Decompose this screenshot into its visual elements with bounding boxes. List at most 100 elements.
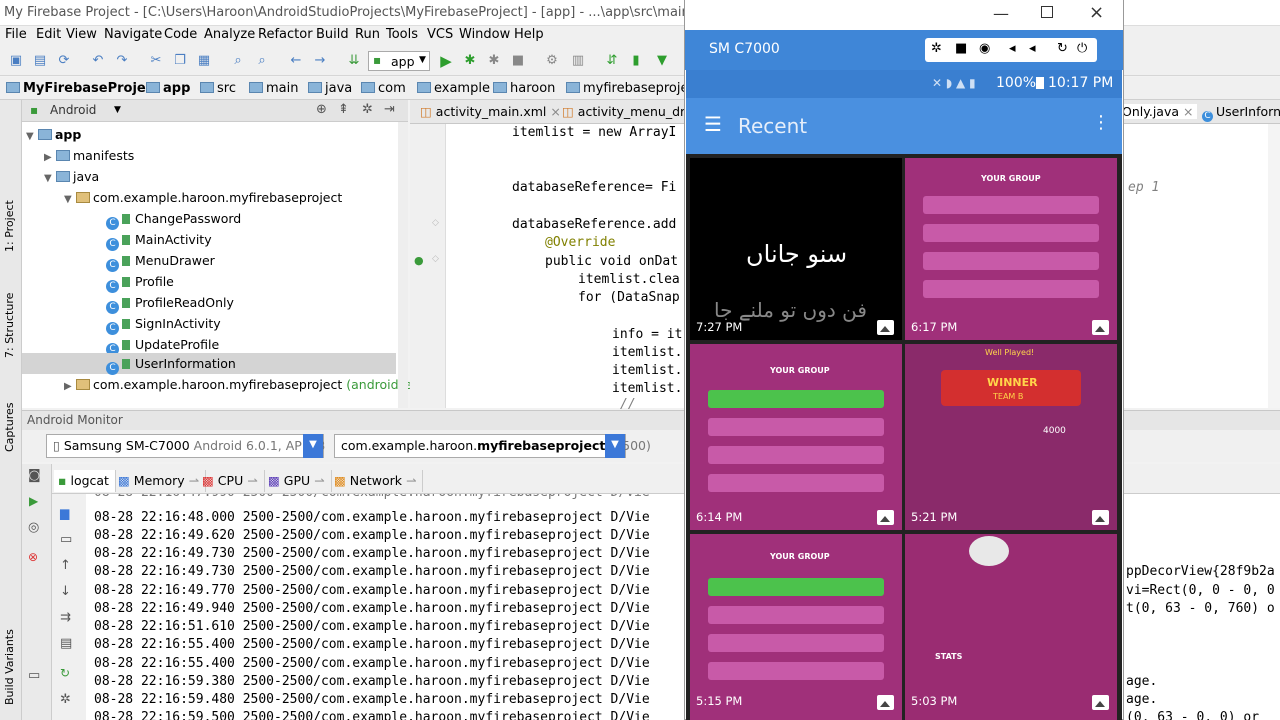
device-select[interactable]: ▯ Samsung SM-C7000 Android 6.0.1, API 23… <box>46 434 325 458</box>
arrow-down-icon[interactable]: ↓ <box>60 584 71 599</box>
maximize-icon[interactable] <box>1041 6 1053 18</box>
tree-item-class[interactable]: C ChangePassword <box>106 208 241 230</box>
thumb-5[interactable]: YOUR GROUP 5:15 PM <box>690 534 902 720</box>
sync-icon[interactable]: ⟳ <box>56 53 72 69</box>
clear-icon[interactable]: ▭ <box>60 532 72 547</box>
thumb-3[interactable]: YOUR GROUP 6:14 PM <box>690 344 902 530</box>
tab-cpu[interactable]: ▩ CPU ⇀ <box>198 470 265 492</box>
menu-code[interactable]: Code <box>164 27 197 42</box>
tab-memory[interactable]: ▩ Memory ⇀ <box>114 470 207 492</box>
menu-build[interactable]: Build <box>316 27 349 42</box>
breadcrumb-item-haroon[interactable]: haroon <box>493 81 555 96</box>
tab-profile-read-only[interactable]: Only.java × <box>1118 104 1198 119</box>
arrow-up-icon[interactable]: ↑ <box>60 558 71 573</box>
gear-icon[interactable]: ✲ <box>362 102 373 117</box>
video-icon[interactable]: ■ <box>955 41 967 56</box>
tree-item-java[interactable]: ▼ java <box>44 166 99 187</box>
restart-icon[interactable]: ↻ <box>60 666 70 680</box>
avd-manager-icon[interactable]: ⇵ <box>604 53 620 69</box>
menu-navigate[interactable]: Navigate <box>104 27 162 42</box>
tab-captures[interactable]: Captures <box>3 403 16 452</box>
tree-item-class[interactable]: C UpdateProfile <box>106 334 219 356</box>
stop-icon[interactable]: ■ <box>510 53 526 69</box>
layout-icon[interactable]: ▭ <box>28 668 40 683</box>
debug-icon[interactable]: ✱ <box>462 53 478 69</box>
breadcrumb-item-project[interactable]: MyFirebaseProject <box>6 81 160 96</box>
tab-build-variants[interactable]: Build Variants <box>3 629 16 705</box>
sdk-manager-icon[interactable]: ⚙ <box>544 53 560 69</box>
tree-item-class[interactable]: C ProfileReadOnly <box>106 292 234 314</box>
menu-help[interactable]: Help <box>514 27 544 42</box>
volume-down-icon[interactable]: ◂ <box>1009 41 1016 56</box>
save-all-icon[interactable]: ▤ <box>32 53 48 69</box>
breadcrumb-item-src[interactable]: src <box>200 81 236 96</box>
tab-network[interactable]: ▩ Network ⇀ <box>330 470 424 492</box>
record-icon[interactable]: ▶ <box>29 494 38 508</box>
menu-edit[interactable]: Edit <box>36 27 61 42</box>
paste-icon[interactable]: ▦ <box>196 53 212 69</box>
make-project-icon[interactable]: ⇊ <box>346 53 362 69</box>
replace-icon[interactable]: ⌕ <box>254 53 270 69</box>
breadcrumb-item-package[interactable]: myfirebaseproject <box>566 81 701 96</box>
tree-item-selected[interactable]: C UserInformation <box>22 353 396 375</box>
tab-logcat[interactable]: ▪ logcat <box>54 470 116 492</box>
tab-activity-menu-draw[interactable]: ◫ activity_menu_draw <box>562 104 703 119</box>
tab-gpu[interactable]: ▩ GPU ⇀ <box>264 470 332 492</box>
thumb-1[interactable]: سنو جاناں فن دوں تو ملنے جا 7:27 PM <box>690 158 902 340</box>
menu-vcs[interactable]: VCS <box>427 27 453 42</box>
screenshot-icon[interactable]: ◙ <box>28 468 41 483</box>
open-icon[interactable]: ▣ <box>8 53 24 69</box>
gear-icon[interactable]: ✲ <box>60 692 71 707</box>
tree-item-manifests[interactable]: ▶ manifests <box>44 145 134 166</box>
editor-scrollbar[interactable] <box>1268 124 1280 408</box>
breadcrumb-item-example[interactable]: example <box>417 81 490 96</box>
terminate-icon[interactable]: ⊗ <box>28 550 38 564</box>
menu-window[interactable]: Window <box>459 27 510 42</box>
rotate-icon[interactable]: ↻ <box>1057 41 1068 56</box>
tree-item-app[interactable]: ▼ app <box>26 124 81 145</box>
power-icon[interactable]: ⏻ <box>1077 41 1087 56</box>
undo-icon[interactable]: ↶ <box>90 53 106 69</box>
thumb-6[interactable]: STATS 5:03 PM <box>905 534 1117 720</box>
tree-item-class[interactable]: C MainActivity <box>106 229 212 251</box>
fold-icon[interactable]: ◇ <box>432 218 439 228</box>
cut-icon[interactable]: ✂ <box>148 53 164 69</box>
back-icon[interactable]: ← <box>288 53 304 69</box>
thumb-2[interactable]: YOUR GROUP 6:17 PM <box>905 158 1117 340</box>
tree-scrollbar[interactable] <box>398 122 408 408</box>
print-icon[interactable]: ▤ <box>60 636 72 651</box>
system-info-icon[interactable]: ◎ <box>28 520 39 535</box>
menu-refactor[interactable]: Refactor <box>258 27 313 42</box>
camera-icon[interactable]: ◉ <box>979 41 990 56</box>
tab-activity-main[interactable]: ◫ activity_main.xml × <box>420 104 561 119</box>
chevron-down-icon[interactable]: ▼ <box>114 105 121 115</box>
breadcrumb-item-app[interactable]: app <box>146 81 190 96</box>
breadcrumb-item-main[interactable]: main <box>249 81 298 96</box>
more-icon[interactable]: ⋮ <box>1092 112 1110 133</box>
structure-icon[interactable]: ▥ <box>570 53 586 69</box>
menu-tools[interactable]: Tools <box>386 27 418 42</box>
tab-structure[interactable]: 7: Structure <box>3 293 16 358</box>
thumb-4[interactable]: Well Played! WINNER TEAM B 4000 5:21 PM <box>905 344 1117 530</box>
collapse-icon[interactable]: ⇞ <box>338 102 349 117</box>
run-icon[interactable]: ▶ <box>438 53 454 69</box>
tree-item-test-package[interactable]: ▶ com.example.haroon.myfirebaseproject (a… <box>64 374 423 395</box>
process-select[interactable]: com.example.haroon.myfirebaseproject (25… <box>334 434 651 458</box>
tab-project[interactable]: 1: Project <box>3 200 16 252</box>
tree-item-class[interactable]: C SignInActivity <box>106 313 221 335</box>
tree-item-class[interactable]: C Profile <box>106 271 174 293</box>
android-monitor-icon[interactable]: ▮ <box>628 53 644 69</box>
forward-icon[interactable]: → <box>312 53 328 69</box>
gear-icon[interactable]: ✲ <box>931 41 942 56</box>
breadcrumb-item-java[interactable]: java <box>308 81 352 96</box>
menu-file[interactable]: File <box>5 27 27 42</box>
trash-icon[interactable]: ▆ <box>60 506 69 520</box>
soft-wrap-icon[interactable]: ⇉ <box>60 610 71 625</box>
hide-icon[interactable]: ⇥ <box>384 102 395 117</box>
menu-run[interactable]: Run <box>355 27 380 42</box>
tree-item-package[interactable]: ▼ com.example.haroon.myfirebaseproject <box>64 187 342 208</box>
sdk-icon[interactable]: ▼ <box>654 53 670 69</box>
hamburger-icon[interactable]: ☰ <box>704 112 722 136</box>
sync-icon[interactable]: ⊕ <box>316 102 327 117</box>
find-icon[interactable]: ⌕ <box>230 53 246 69</box>
